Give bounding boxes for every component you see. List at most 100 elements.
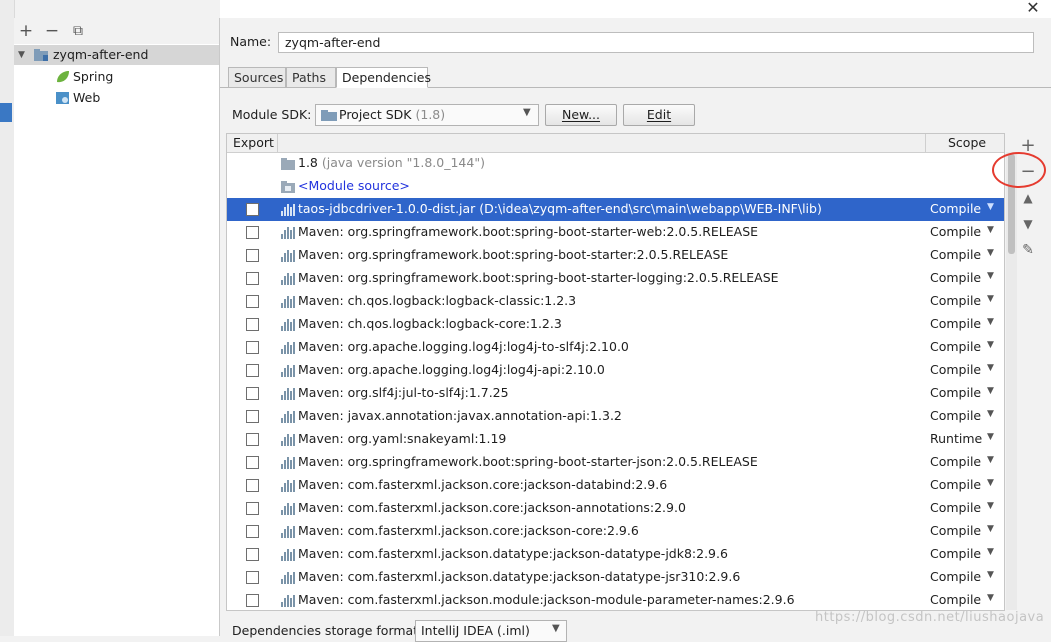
tab-dependencies[interactable]: Dependencies <box>336 67 431 88</box>
chevron-down-icon[interactable]: ▼ <box>987 409 994 419</box>
export-checkbox[interactable] <box>246 226 259 239</box>
dependency-scope[interactable]: Compile <box>930 201 981 216</box>
dependency-name: Maven: com.fasterxml.jackson.core:jackso… <box>298 523 639 538</box>
column-header-export[interactable]: Export <box>233 135 274 150</box>
chevron-down-icon[interactable]: ▼ <box>987 317 994 327</box>
dependency-scope[interactable]: Compile <box>930 293 981 308</box>
table-scrollbar[interactable] <box>1006 152 1017 610</box>
table-row[interactable]: Maven: org.springframework.boot:spring-b… <box>227 267 1004 290</box>
dependency-name: Maven: org.springframework.boot:spring-b… <box>298 224 759 239</box>
chevron-down-icon[interactable]: ▼ <box>987 294 994 304</box>
table-row-module-source[interactable]: <Module source> <box>227 175 1004 198</box>
export-checkbox[interactable] <box>246 594 259 607</box>
dependency-scope[interactable]: Runtime <box>930 431 982 446</box>
export-checkbox[interactable] <box>246 548 259 561</box>
chevron-down-icon[interactable]: ▼ <box>987 271 994 281</box>
tree-item-web[interactable]: Web <box>55 88 205 108</box>
table-row[interactable]: Maven: com.fasterxml.jackson.datatype:ja… <box>227 543 1004 566</box>
export-checkbox[interactable] <box>246 272 259 285</box>
table-row-sdk[interactable]: 1.8 (java version "1.8.0_144") <box>227 152 1004 175</box>
table-row[interactable]: Maven: org.apache.logging.log4j:log4j-to… <box>227 336 1004 359</box>
column-header-scope[interactable]: Scope <box>925 134 1004 152</box>
library-icon <box>281 433 295 446</box>
tree-item-spring[interactable]: Spring <box>55 67 205 87</box>
dependency-scope[interactable]: Compile <box>930 477 981 492</box>
chevron-down-icon[interactable]: ▼ <box>987 524 994 534</box>
dependency-scope[interactable]: Compile <box>930 270 981 285</box>
chevron-down-icon[interactable]: ▼ <box>987 455 994 465</box>
table-row[interactable]: Maven: com.fasterxml.jackson.core:jackso… <box>227 520 1004 543</box>
chevron-down-icon[interactable]: ▼ <box>987 340 994 350</box>
table-row[interactable]: Maven: com.fasterxml.jackson.core:jackso… <box>227 497 1004 520</box>
chevron-down-icon[interactable]: ▼ <box>987 363 994 373</box>
add-module-button[interactable]: + <box>15 18 37 44</box>
tab-paths[interactable]: Paths <box>286 67 336 88</box>
table-row[interactable]: Maven: javax.annotation:javax.annotation… <box>227 405 1004 428</box>
tree-item-module[interactable]: ▼ zyqm-after-end <box>14 45 219 65</box>
dependency-scope[interactable]: Compile <box>930 592 981 607</box>
export-checkbox[interactable] <box>246 571 259 584</box>
table-row[interactable]: Maven: com.fasterxml.jackson.module:jack… <box>227 589 1004 610</box>
collapse-arrow-icon[interactable]: ▼ <box>18 45 25 65</box>
chevron-down-icon[interactable]: ▼ <box>987 432 994 442</box>
chevron-down-icon[interactable]: ▼ <box>987 478 994 488</box>
dependency-scope[interactable]: Compile <box>930 454 981 469</box>
chevron-down-icon[interactable]: ▼ <box>987 593 994 603</box>
export-checkbox[interactable] <box>246 479 259 492</box>
chevron-down-icon[interactable]: ▼ <box>987 386 994 396</box>
chevron-down-icon[interactable]: ▼ <box>987 225 994 235</box>
table-row[interactable]: Maven: org.slf4j:jul-to-slf4j:1.7.25 Comp… <box>227 382 1004 405</box>
storage-format-select[interactable]: IntelliJ IDEA (.iml) ▼ <box>415 620 567 642</box>
export-checkbox[interactable] <box>246 249 259 262</box>
chevron-down-icon[interactable]: ▼ <box>987 248 994 258</box>
move-down-button[interactable]: ▼ <box>1018 213 1038 235</box>
library-icon <box>281 525 295 538</box>
dependency-scope[interactable]: Compile <box>930 523 981 538</box>
export-checkbox[interactable] <box>246 295 259 308</box>
export-checkbox[interactable] <box>246 318 259 331</box>
export-checkbox[interactable] <box>246 203 259 216</box>
table-row[interactable]: Maven: org.yaml:snakeyaml:1.19 Runtime ▼ <box>227 428 1004 451</box>
export-checkbox[interactable] <box>246 410 259 423</box>
dependency-scope[interactable]: Compile <box>930 500 981 515</box>
dependency-scope[interactable]: Compile <box>930 569 981 584</box>
table-row[interactable]: Maven: org.springframework.boot:spring-b… <box>227 244 1004 267</box>
module-name-input[interactable]: zyqm-after-end <box>278 32 1034 53</box>
export-checkbox[interactable] <box>246 387 259 400</box>
dependency-scope[interactable]: Compile <box>930 362 981 377</box>
module-sdk-select[interactable]: Project SDK (1.8) ▼ <box>315 104 539 126</box>
dependency-scope[interactable]: Compile <box>930 316 981 331</box>
table-row[interactable]: Maven: com.fasterxml.jackson.core:jackso… <box>227 474 1004 497</box>
export-checkbox[interactable] <box>246 364 259 377</box>
chevron-down-icon[interactable]: ▼ <box>987 547 994 557</box>
dependency-scope[interactable]: Compile <box>930 408 981 423</box>
table-row[interactable]: Maven: ch.qos.logback:logback-core:1.2.3… <box>227 313 1004 336</box>
export-checkbox[interactable] <box>246 433 259 446</box>
dependency-scope[interactable]: Compile <box>930 385 981 400</box>
remove-module-button[interactable]: − <box>41 18 63 44</box>
close-icon[interactable]: ✕ <box>1024 0 1042 17</box>
move-up-button[interactable]: ▲ <box>1018 187 1038 209</box>
table-row[interactable]: taos-jdbcdriver-1.0.0-dist.jar (D:\idea\… <box>227 198 1004 221</box>
chevron-down-icon[interactable]: ▼ <box>987 202 994 212</box>
table-row[interactable]: Maven: org.springframework.boot:spring-b… <box>227 221 1004 244</box>
table-row[interactable]: Maven: org.springframework.boot:spring-b… <box>227 451 1004 474</box>
tab-sources[interactable]: Sources <box>228 67 286 88</box>
table-row[interactable]: Maven: ch.qos.logback:logback-classic:1.… <box>227 290 1004 313</box>
edit-dependency-button[interactable]: ✎ <box>1018 239 1038 261</box>
chevron-down-icon[interactable]: ▼ <box>987 501 994 511</box>
dependency-scope[interactable]: Compile <box>930 224 981 239</box>
dependency-scope[interactable]: Compile <box>930 546 981 561</box>
export-checkbox[interactable] <box>246 525 259 538</box>
dependency-scope[interactable]: Compile <box>930 247 981 262</box>
export-checkbox[interactable] <box>246 456 259 469</box>
new-sdk-button[interactable]: New... <box>545 104 617 126</box>
export-checkbox[interactable] <box>246 341 259 354</box>
edit-sdk-button[interactable]: Edit <box>623 104 695 126</box>
export-checkbox[interactable] <box>246 502 259 515</box>
copy-module-button[interactable]: ⧉ <box>67 18 89 44</box>
dependency-scope[interactable]: Compile <box>930 339 981 354</box>
table-row[interactable]: Maven: org.apache.logging.log4j:log4j-ap… <box>227 359 1004 382</box>
chevron-down-icon[interactable]: ▼ <box>987 570 994 580</box>
table-row[interactable]: Maven: com.fasterxml.jackson.datatype:ja… <box>227 566 1004 589</box>
